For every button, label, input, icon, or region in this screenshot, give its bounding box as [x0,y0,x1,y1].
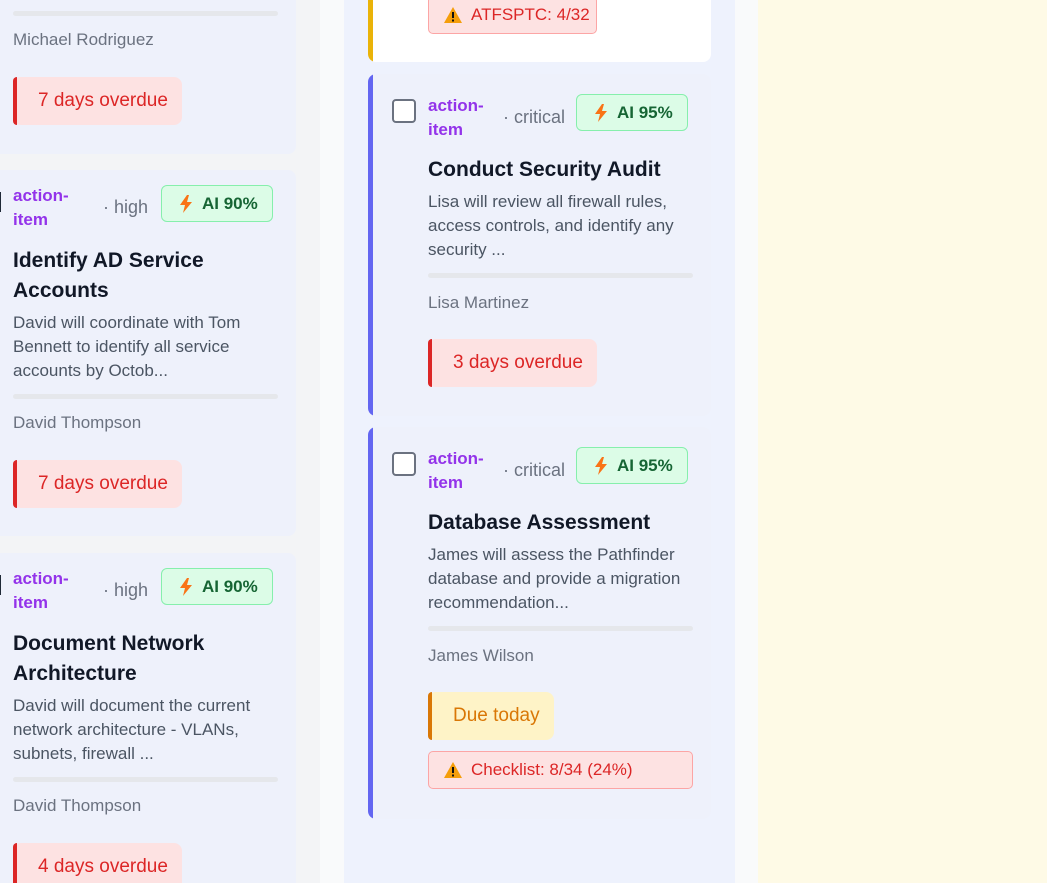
drag-handle[interactable] [0,575,1,595]
checklist-warning: ATFSPTC: 4/32 [428,0,597,34]
task-card-document-network-architecture[interactable]: action-item · high AI 90% Document Netwo… [0,553,296,883]
task-description: David will document the current network … [13,696,251,763]
ai-confidence-text: AI 90% [202,193,258,213]
task-title[interactable]: Document Network Architecture [13,629,283,689]
task-priority: · critical [503,460,565,480]
ai-confidence-badge: AI 90% [161,568,273,605]
warning-icon [444,7,462,23]
ai-confidence-badge: AI 95% [576,94,688,131]
task-card-michael-rodriguez[interactable]: Michael Rodriguez 7 days overdue [0,0,296,154]
lightning-icon [180,194,192,213]
task-priority: · high [103,580,149,600]
card-accent-bar [368,74,373,416]
task-assignee: Lisa Martinez [428,293,530,312]
task-description: Lisa will review all firewall rules, acc… [428,192,674,259]
task-title[interactable]: Database Assessment [428,508,698,538]
due-status-badge: 7 days overdue [13,77,182,125]
task-title[interactable]: Conduct Security Audit [428,155,698,185]
task-checkbox[interactable] [392,452,416,476]
card-accent-bar [368,0,373,62]
task-card-database-assessment[interactable]: action-item · critical AI 95% Database A… [368,427,711,819]
task-card-identify-ad-service-accounts[interactable]: action-item · high AI 90% Identify AD Se… [0,170,296,536]
due-status-badge: 4 days overdue [13,843,182,883]
ai-confidence-text: AI 95% [617,455,673,475]
drag-handle[interactable] [0,192,1,212]
task-progress-bar [428,273,693,278]
lightning-icon [595,103,607,122]
task-progress-bar [13,777,278,782]
task-card-conduct-security-audit[interactable]: action-item · critical AI 95% Conduct Se… [368,74,711,416]
lightning-icon [595,456,607,475]
ai-confidence-badge: AI 90% [161,185,273,222]
due-status-badge: 3 days overdue [428,339,597,387]
ai-confidence-text: AI 95% [617,102,673,122]
task-type-label: action-item [428,449,484,492]
task-progress-bar [428,626,693,631]
task-title[interactable]: Identify AD Service Accounts [13,246,283,306]
task-description: David will coordinate with Tom Bennett t… [13,313,241,380]
task-priority: · high [103,197,149,217]
card-accent-bar [368,427,373,819]
task-type-label: action-item [13,569,69,612]
task-type-label: action-item [13,186,69,229]
lightning-icon [180,577,192,596]
due-status-badge: 7 days overdue [13,460,182,508]
task-assignee: David Thompson [13,796,142,815]
checklist-warning-text: ATFSPTC: 4/32 [471,5,590,24]
task-checkbox[interactable] [392,99,416,123]
task-priority: · critical [503,107,565,127]
warning-icon [444,762,462,778]
task-progress-bar [13,394,278,399]
task-description: James will assess the Pathfinder databas… [428,545,681,612]
checklist-warning-text: Checklist: 8/34 (24%) [471,760,633,779]
checklist-warning: Checklist: 8/34 (24%) [428,751,693,789]
task-type-label: action-item [428,96,484,139]
task-assignee: David Thompson [13,413,142,432]
task-progress-bar [13,11,278,16]
due-status-badge: Due today [428,692,554,740]
task-card-atfsptc[interactable]: ATFSPTC: 4/32 [368,0,711,62]
ai-confidence-text: AI 90% [202,576,258,596]
task-assignee: James Wilson [428,646,534,665]
ai-confidence-badge: AI 95% [576,447,688,484]
task-assignee: Michael Rodriguez [13,30,154,49]
